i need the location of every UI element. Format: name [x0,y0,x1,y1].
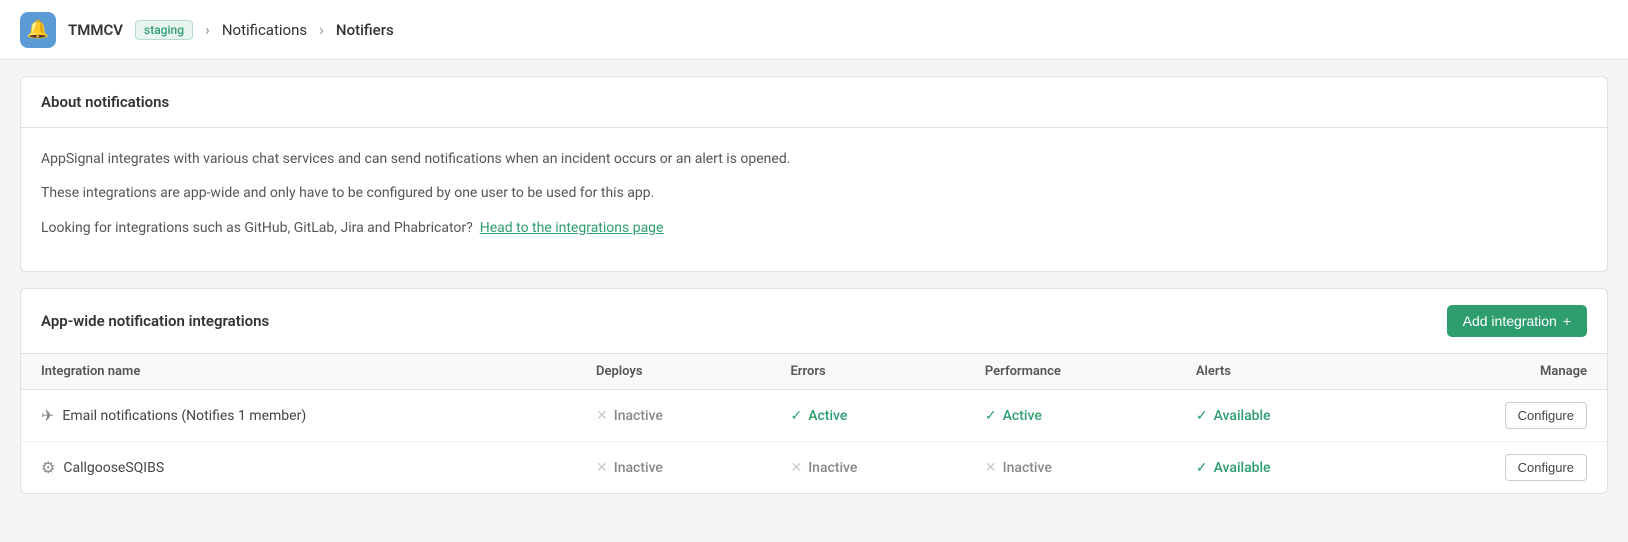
about-notifications-body: AppSignal integrates with various chat s… [21,128,1607,271]
add-integration-label: Add integration [1463,313,1557,329]
breadcrumb-sep-2: › [319,20,324,39]
status-cell: ✕ Inactive [576,442,770,494]
status-cell: ✓ Available [1176,442,1385,494]
col-integration-name: Integration name [21,354,576,390]
x-icon: ✕ [596,408,608,424]
status-cell: ✓ Active [770,390,964,442]
integration-name-label: Email notifications (Notifies 1 member) [62,408,306,424]
status-label: Inactive [808,460,857,476]
status-cell: ✕ Inactive [770,442,964,494]
app-icon: 🔔 [20,12,56,48]
about-body-line2: These integrations are app-wide and only… [41,182,1587,204]
x-icon: ✕ [790,460,802,476]
integration-icon: ✈ [41,406,54,425]
status-label: Inactive [614,460,663,476]
add-integration-button[interactable]: Add integration + [1447,305,1587,337]
table-header-row: Integration name Deploys Errors Performa… [21,354,1607,390]
about-notifications-card: About notifications AppSignal integrates… [20,76,1608,272]
page-header: 🔔 TMMCV staging › Notifications › Notifi… [0,0,1628,60]
about-body-line3: Looking for integrations such as GitHub,… [41,217,1587,239]
integration-name-cell: ✈ Email notifications (Notifies 1 member) [21,390,576,442]
integrations-page-link[interactable]: Head to the integrations page [480,220,664,236]
col-performance: Performance [965,354,1176,390]
integrations-table: Integration name Deploys Errors Performa… [21,354,1607,493]
configure-button[interactable]: Configure [1505,402,1587,429]
bell-icon: 🔔 [27,19,49,40]
x-icon: ✕ [985,460,997,476]
status-cell: ✓ Available [1176,390,1385,442]
status-cell: ✕ Inactive [576,390,770,442]
status-label: Active [1003,408,1042,424]
status-label: Available [1214,408,1271,424]
manage-cell: Configure [1384,390,1607,442]
about-notifications-header: About notifications [21,77,1607,128]
col-manage: Manage [1384,354,1607,390]
about-body-line1: AppSignal integrates with various chat s… [41,148,1587,170]
plus-icon: + [1563,313,1571,329]
check-icon: ✓ [790,408,802,424]
about-notifications-title: About notifications [41,93,1587,111]
status-label: Inactive [614,408,663,424]
integration-name-label: CallgooseSQIBS [63,460,164,476]
integration-name-cell: ⚙ CallgooseSQIBS [21,442,576,494]
table-row: ✈ Email notifications (Notifies 1 member)… [21,390,1607,442]
col-deploys: Deploys [576,354,770,390]
status-cell: ✕ Inactive [965,442,1176,494]
x-icon: ✕ [596,460,608,476]
breadcrumb-notifications[interactable]: Notifications [222,21,307,39]
manage-cell: Configure [1384,442,1607,494]
check-icon: ✓ [1196,408,1208,424]
breadcrumb-notifiers: Notifiers [336,21,394,39]
integrations-card: App-wide notification integrations Add i… [20,288,1608,494]
integrations-title: App-wide notification integrations [41,312,269,330]
check-icon: ✓ [985,408,997,424]
status-label: Available [1214,460,1271,476]
col-alerts: Alerts [1176,354,1385,390]
integrations-card-header: App-wide notification integrations Add i… [21,289,1607,354]
integration-icon: ⚙ [41,458,55,477]
main-content: About notifications AppSignal integrates… [0,60,1628,526]
col-errors: Errors [770,354,964,390]
status-label: Inactive [1003,460,1052,476]
table-row: ⚙ CallgooseSQIBS ✕ Inactive ✕ Inactive ✕ Inacti… [21,442,1607,494]
configure-button[interactable]: Configure [1505,454,1587,481]
org-name[interactable]: TMMCV [68,21,123,39]
breadcrumb-sep-1: › [205,20,210,39]
env-badge[interactable]: staging [135,20,193,40]
check-icon: ✓ [1196,460,1208,476]
status-cell: ✓ Active [965,390,1176,442]
status-label: Active [808,408,847,424]
